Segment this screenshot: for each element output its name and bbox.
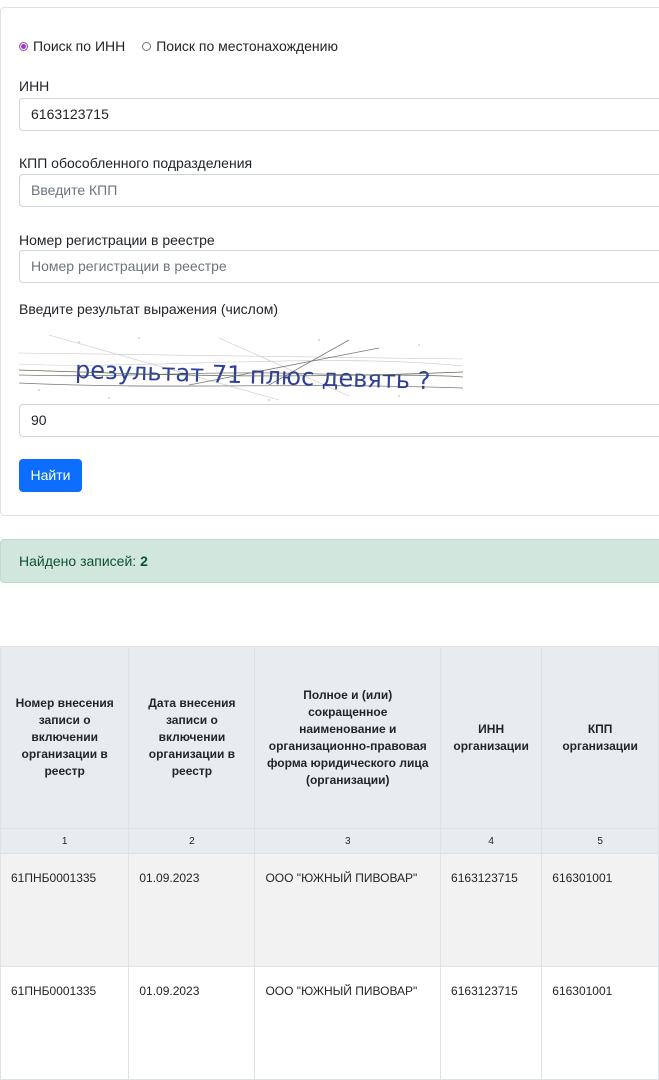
table-row: 61ПНБ0001335 01.09.2023 ООО "ЮЖНЫЙ ПИВОВ… [0,853,659,967]
table-cell-inn: 6163123715 [440,853,543,967]
column-number: 2 [128,828,256,854]
column-numbers-row: 1 2 3 4 5 [0,828,659,854]
captcha-image: результат 71 плюс девять ? [19,334,463,401]
radio-label: Поиск по ИНН [33,38,126,54]
captcha-label: Введите результат выражения (числом) [19,301,279,317]
column-number: 1 [0,828,130,854]
column-number: 3 [254,828,442,854]
search-mode-radio-group: Поиск по ИНН Поиск по местонахождению [19,38,355,54]
column-header-record-date: Дата внесения записи о включении организ… [128,646,256,829]
column-header-organization-name: Полное и (или) сокращенное наименование … [254,646,442,829]
search-form-card: Поиск по ИНН Поиск по местонахождению ИН… [0,7,659,516]
found-records-alert: Найдено записей: 2 [0,539,659,583]
table-cell-organization-name: ООО "ЮЖНЫЙ ПИВОВАР" [254,853,442,967]
table-row: 61ПНБ0001335 01.09.2023 ООО "ЮЖНЫЙ ПИВОВ… [0,966,659,1080]
results-table: Номер внесения записи о включении органи… [0,646,659,1080]
inn-input[interactable]: 6163123715 [19,98,659,131]
table-cell-organization-name: ООО "ЮЖНЫЙ ПИВОВАР" [254,966,442,1080]
column-header-inn: ИНН организации [440,646,543,829]
column-header-kpp: КПП организации [541,646,659,829]
table-cell-inn: 6163123715 [440,966,543,1080]
radio-unchecked-icon [142,41,152,51]
table-cell-record-date: 01.09.2023 [128,966,256,1080]
kpp-input[interactable]: Введите КПП [19,174,659,207]
found-records-label: Найдено записей: [19,553,137,569]
radio-search-by-location[interactable]: Поиск по местонахождению [142,38,338,54]
table-cell-record-number: 61ПНБ0001335 [0,966,130,1080]
radio-checked-icon [19,41,28,51]
captcha-text: результат 71 плюс девять ? [75,356,431,395]
find-button[interactable]: Найти [19,459,82,492]
radio-search-by-inn[interactable]: Поиск по ИНН [19,38,125,54]
reg-number-input[interactable]: Номер регистрации в реестре [19,250,659,283]
table-cell-record-date: 01.09.2023 [128,853,256,967]
found-records-count: 2 [140,553,148,569]
captcha-answer-input[interactable]: 90 [19,404,659,437]
radio-label: Поиск по местонахождению [156,38,338,54]
column-number: 4 [440,828,543,854]
table-cell-kpp: 616301001 [541,966,659,1080]
inn-label: ИНН [19,78,50,94]
kpp-label: КПП обособленного подразделения [19,155,253,171]
reg-number-label: Номер регистрации в реестре [19,232,215,248]
table-cell-record-number: 61ПНБ0001335 [0,853,130,967]
column-header-record-number: Номер внесения записи о включении органи… [0,646,130,829]
table-cell-kpp: 616301001 [541,853,659,967]
column-number: 5 [541,828,659,854]
